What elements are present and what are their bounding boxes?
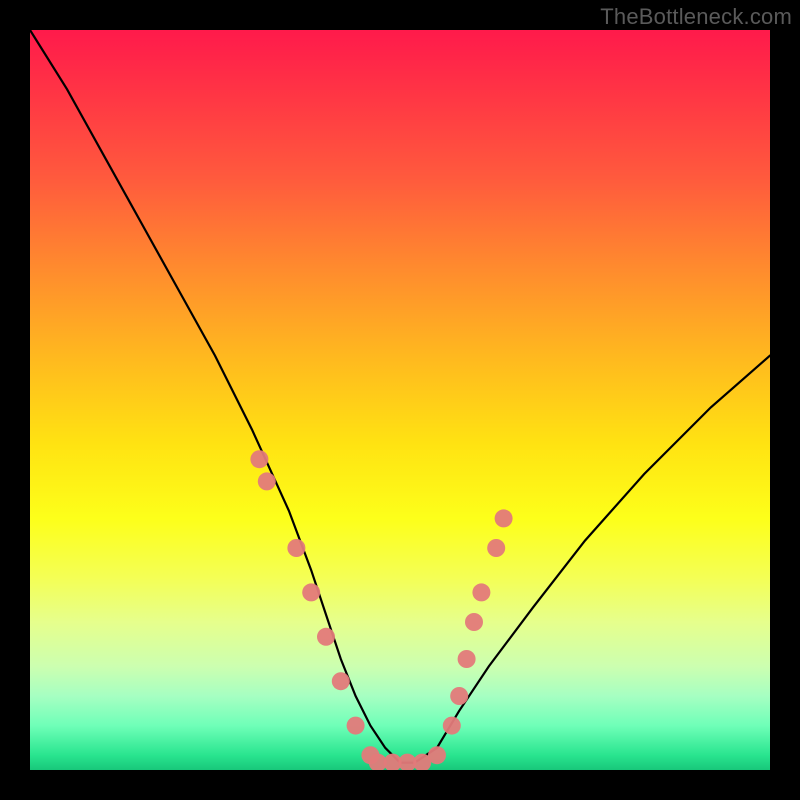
plot-area: [30, 30, 770, 770]
curve-markers: [250, 450, 512, 770]
watermark-text: TheBottleneck.com: [600, 4, 792, 30]
marker-dot: [458, 650, 476, 668]
marker-dot: [428, 746, 446, 764]
marker-dot: [250, 450, 268, 468]
marker-dot: [487, 539, 505, 557]
marker-dot: [332, 672, 350, 690]
marker-dot: [495, 509, 513, 527]
chart-frame: TheBottleneck.com: [0, 0, 800, 800]
marker-dot: [287, 539, 305, 557]
marker-dot: [465, 613, 483, 631]
marker-dot: [258, 472, 276, 490]
marker-dot: [302, 583, 320, 601]
curve-layer: [30, 30, 770, 770]
marker-dot: [450, 687, 468, 705]
marker-dot: [317, 628, 335, 646]
marker-dot: [443, 717, 461, 735]
bottleneck-curve: [30, 30, 770, 763]
marker-dot: [347, 717, 365, 735]
marker-dot: [472, 583, 490, 601]
